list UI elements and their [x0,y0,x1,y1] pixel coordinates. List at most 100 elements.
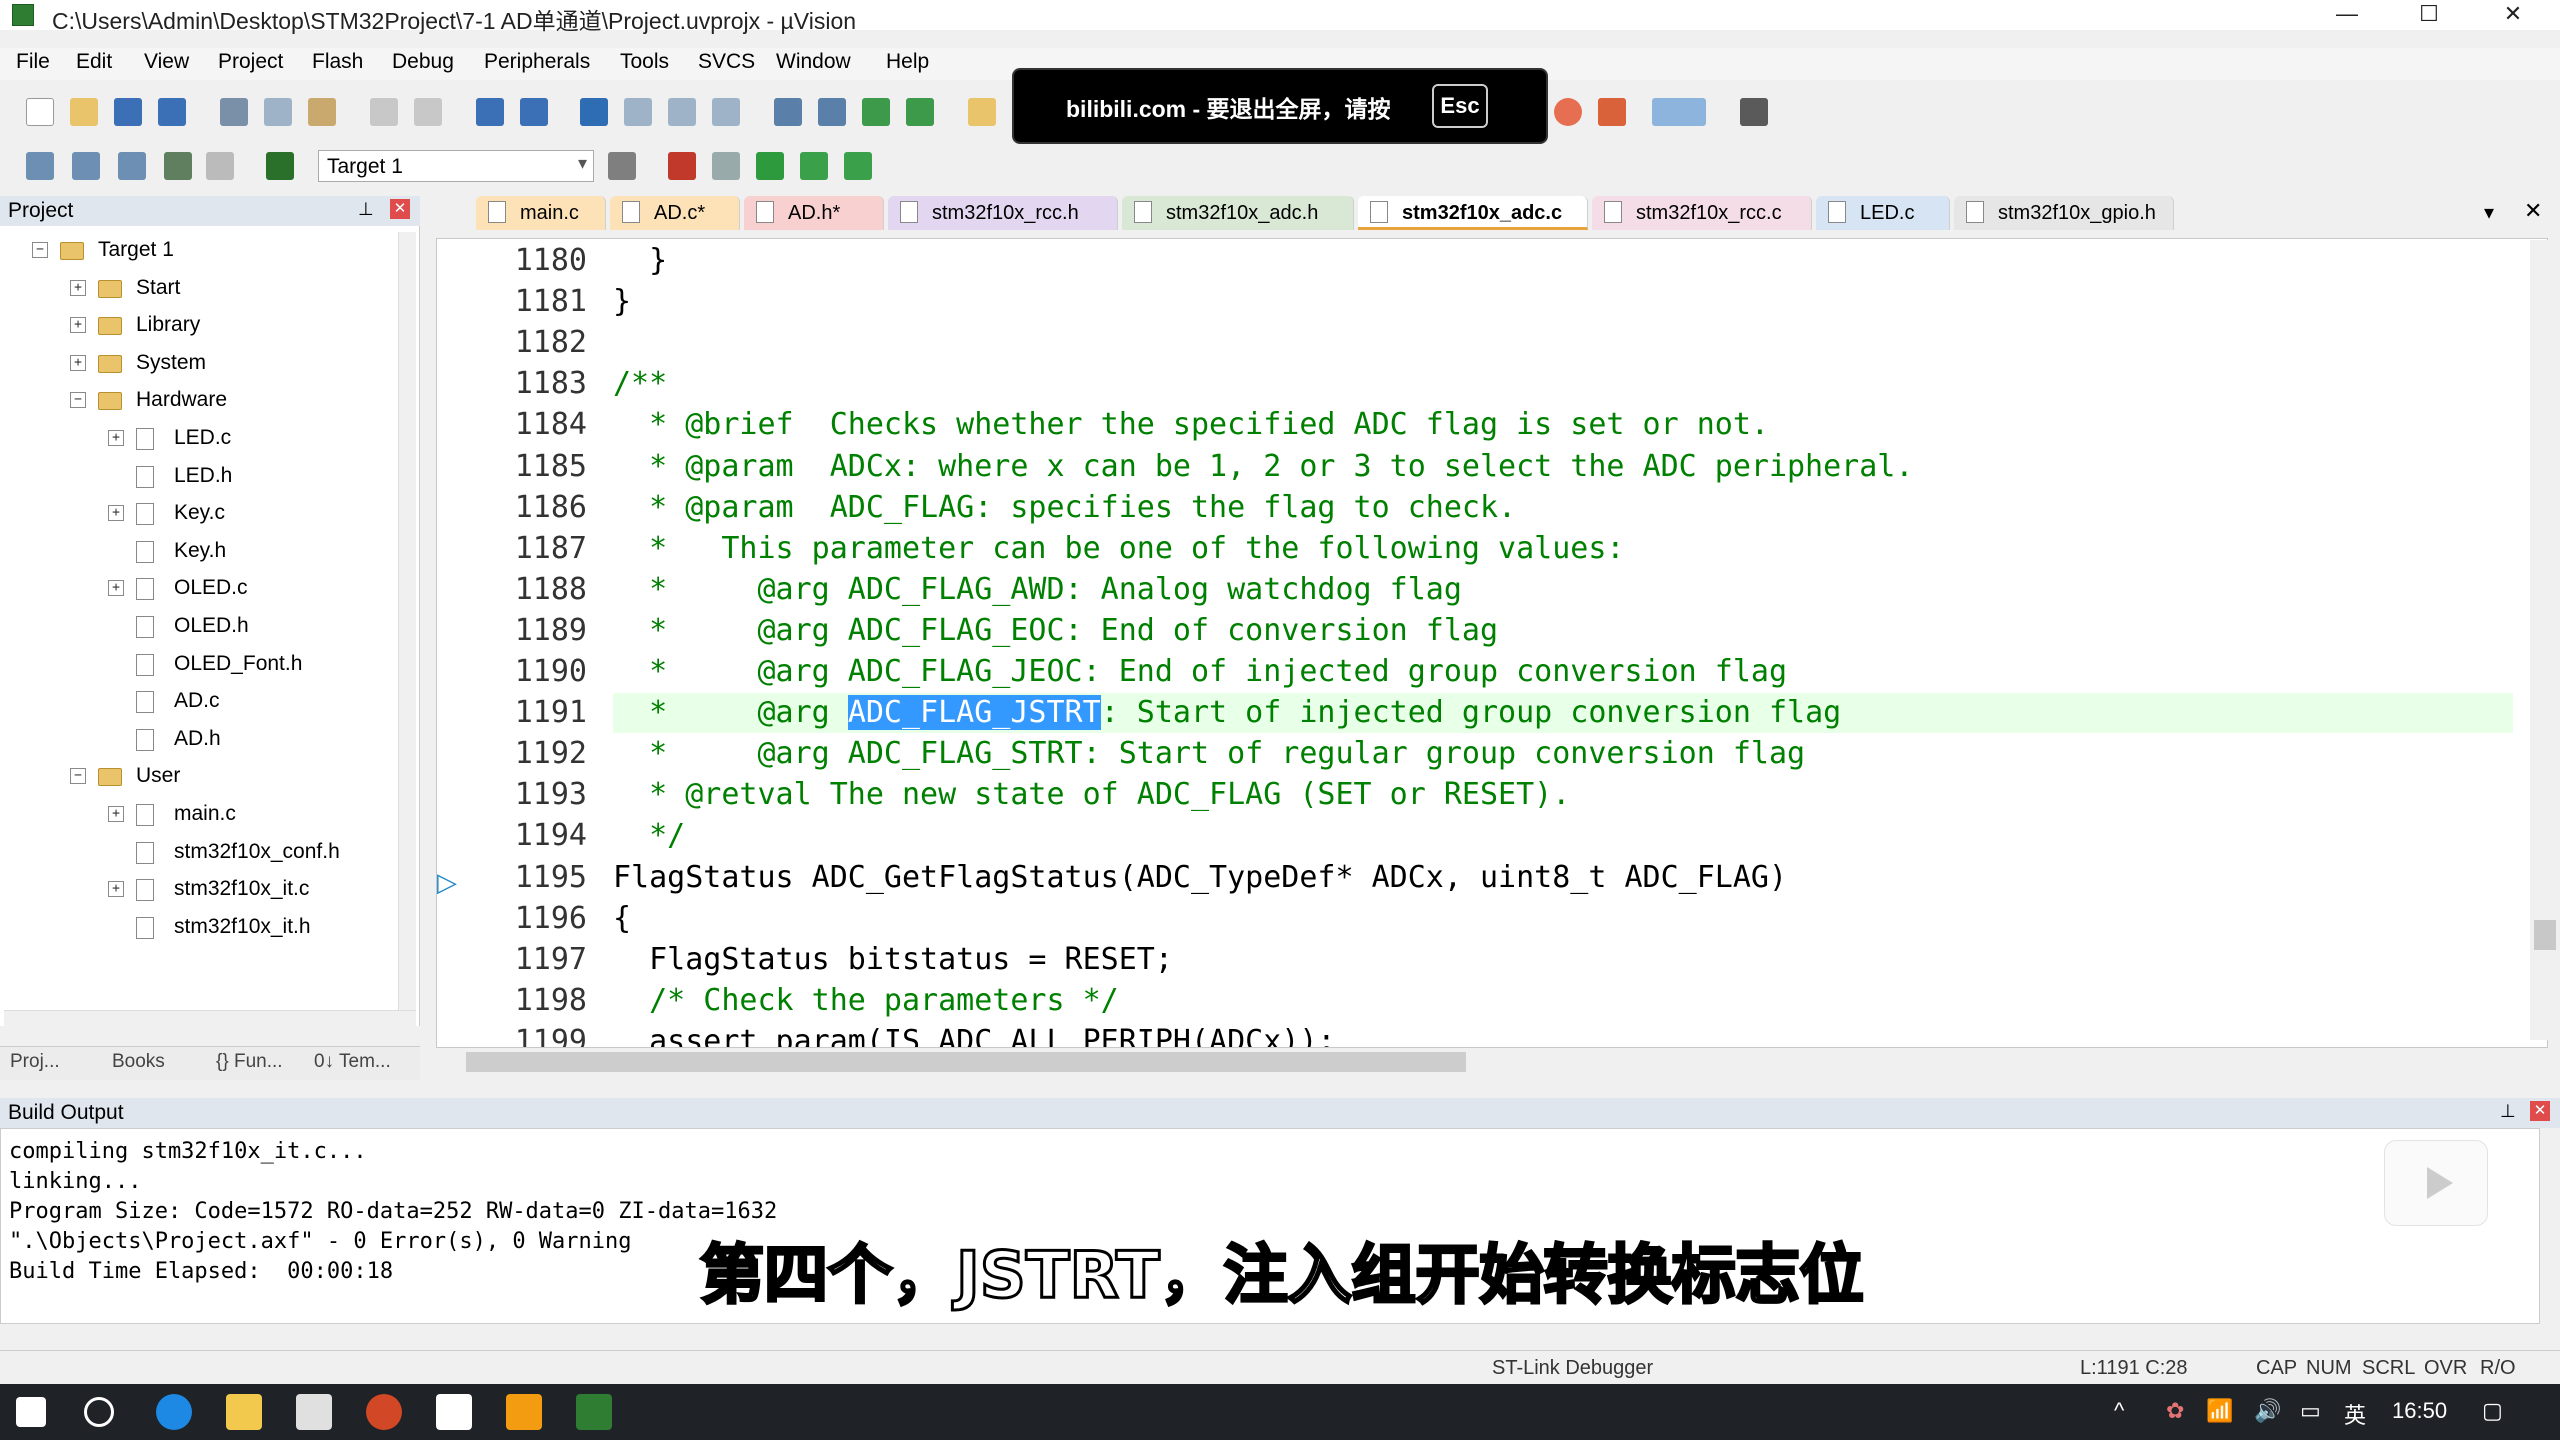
tab-list-chevron-icon[interactable]: ▾ [2484,200,2494,225]
menu-tools[interactable]: Tools [620,50,669,74]
clear-bookmarks-icon[interactable] [712,98,740,126]
menu-svcs[interactable]: SVCS [698,50,755,74]
code-editor[interactable]: 1180 1181 1182 1183 1184 1185 1186 1187 1188 1189… [436,238,2548,1048]
new-file-icon[interactable] [26,98,54,126]
menu-view[interactable]: View [144,50,189,74]
expand-icon[interactable]: + [70,354,86,371]
network-icon[interactable]: 📶 [2206,1398,2233,1424]
tab-books[interactable]: Books [112,1051,165,1079]
tray-app-icon[interactable]: ✿ [2166,1398,2184,1424]
menu-peripherals[interactable]: Peripherals [484,50,590,74]
maximize-button[interactable]: ☐ [2392,0,2466,30]
scroll-thumb[interactable] [2534,920,2556,950]
tab-functions[interactable]: {} Fun... [216,1051,283,1079]
photos-app-icon[interactable] [436,1394,472,1430]
tree-item[interactable]: − Hardware [0,386,390,416]
tree-item[interactable]: − User [0,762,390,792]
tree-item[interactable]: stm32f10x_conf.h [0,838,390,868]
expand-icon[interactable]: + [108,580,124,597]
expand-icon[interactable]: + [108,806,124,822]
load-download-icon[interactable] [266,152,294,180]
tree-item[interactable]: LED.h [0,462,390,492]
edge-browser-icon[interactable] [156,1394,192,1430]
uvision-taskbar-icon[interactable] [576,1394,612,1430]
bookmark-icon[interactable] [580,98,608,126]
minimize-button[interactable]: — [2310,0,2384,30]
batch-build-icon[interactable] [164,152,192,180]
next-bookmark-icon[interactable] [668,98,696,126]
close-button[interactable]: ✕ [2476,0,2550,30]
expand-icon[interactable]: + [108,430,124,446]
tree-item[interactable]: + Library [0,311,390,341]
window-layout-icon[interactable] [1652,98,1706,126]
tree-item[interactable]: OLED.h [0,612,390,642]
collapse-icon[interactable]: − [70,768,86,785]
configure-icon[interactable] [1740,98,1768,126]
tree-item[interactable]: + LED.c [0,424,390,454]
save-icon[interactable] [114,98,142,126]
menu-edit[interactable]: Edit [76,50,112,74]
options-for-target-icon[interactable] [608,152,636,180]
close-panel-icon[interactable]: ✕ [390,199,410,219]
copy-icon[interactable] [264,98,292,126]
breakpoint-icon[interactable] [1598,98,1626,126]
clock[interactable]: 16:50 [2392,1398,2447,1424]
editor-tab[interactable]: stm32f10x_adc.c [1358,196,1588,230]
tree-item[interactable]: + System [0,349,390,379]
uncomment-icon[interactable] [906,98,934,126]
tree-item[interactable]: + Key.c [0,499,390,529]
powerpoint-icon[interactable] [366,1394,402,1430]
tree-item[interactable]: AD.c [0,687,390,717]
collapse-icon[interactable]: − [32,242,48,258]
pin-icon[interactable]: ⊥ [2500,1101,2516,1122]
volume-icon[interactable]: 🔊 [2254,1398,2281,1424]
close-panel-icon[interactable]: ✕ [2530,1101,2550,1121]
tab-project[interactable]: Proj... [10,1051,60,1079]
target-select[interactable]: Target 1 ▾ [318,150,594,182]
editor-tab[interactable]: main.c [476,196,606,230]
unindent-icon[interactable] [818,98,846,126]
menu-help[interactable]: Help [886,50,929,74]
editor-horizontal-scrollbar[interactable] [436,1048,2548,1076]
undo-icon[interactable] [370,98,398,126]
battery-icon[interactable]: ▭ [2300,1398,2321,1424]
paste-icon[interactable] [308,98,336,126]
editor-vertical-scrollbar[interactable] [2530,240,2560,1040]
nav-forward-icon[interactable] [520,98,548,126]
tree-item[interactable]: + Start [0,274,390,304]
pin-icon[interactable]: ⊥ [358,199,374,220]
editor-tab[interactable]: stm32f10x_rcc.h [888,196,1118,230]
pack-installer-icon[interactable] [800,152,828,180]
editor-tab[interactable]: AD.h* [744,196,884,230]
search-icon[interactable] [84,1397,114,1427]
video-play-icon[interactable] [2384,1140,2488,1226]
app-icon[interactable] [506,1394,542,1430]
menu-debug[interactable]: Debug [392,50,454,74]
windows-start-icon[interactable] [16,1397,46,1427]
prev-bookmark-icon[interactable] [624,98,652,126]
indent-icon[interactable] [774,98,802,126]
software-components-icon[interactable] [844,152,872,180]
nav-back-icon[interactable] [476,98,504,126]
close-tab-icon[interactable]: ✕ [2524,198,2542,224]
menu-flash[interactable]: Flash [312,50,363,74]
collapse-icon[interactable]: − [70,392,86,409]
hscroll-thumb[interactable] [466,1052,1466,1072]
tree-item[interactable]: − Target 1 [0,236,390,266]
tree-item[interactable]: + stm32f10x_it.c [0,875,390,905]
tree-item[interactable]: OLED_Font.h [0,650,390,680]
file-explorer-icon[interactable] [226,1394,262,1430]
debug-start-icon[interactable] [1554,98,1582,126]
project-tree-hscrollbar[interactable] [4,1010,416,1034]
select-packs-icon[interactable] [712,152,740,180]
tree-item[interactable]: + OLED.c [0,574,390,604]
tab-templates[interactable]: 0↓ Tem... [314,1051,391,1079]
redo-icon[interactable] [414,98,442,126]
ime-indicator[interactable]: 英 [2344,1398,2366,1430]
expand-icon[interactable]: + [70,317,86,334]
project-tree-scrollbar[interactable] [398,232,416,1032]
notification-icon[interactable]: ▢ [2482,1398,2503,1424]
editor-tab[interactable]: LED.c [1816,196,1950,230]
comment-icon[interactable] [862,98,890,126]
stop-build-icon[interactable] [206,152,234,180]
